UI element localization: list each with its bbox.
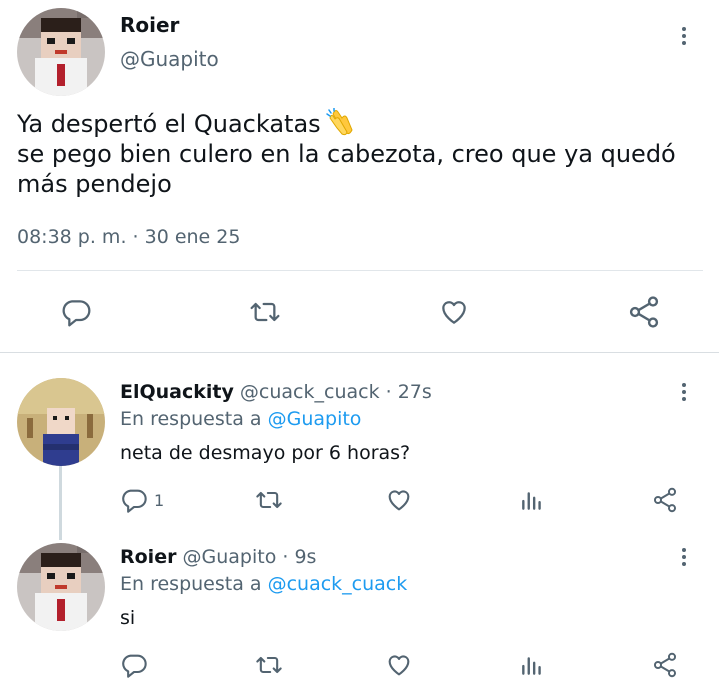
retweet-icon xyxy=(250,302,280,322)
tweet-text: Ya despertó el Quackatas se pego bien cu… xyxy=(17,107,707,199)
in-reply-to: En respuesta a @cuack_cuack xyxy=(120,573,407,595)
share-button[interactable] xyxy=(626,294,662,330)
more-options-icon[interactable] xyxy=(672,543,696,571)
avatar[interactable] xyxy=(17,8,105,96)
like-button[interactable] xyxy=(385,651,413,679)
reply-icon xyxy=(122,654,147,678)
retweet-icon xyxy=(256,491,282,509)
divider xyxy=(17,270,703,271)
reply-time[interactable]: · 9s xyxy=(282,546,316,568)
share-icon xyxy=(653,487,677,513)
more-options-icon[interactable] xyxy=(672,378,696,406)
share-button[interactable] xyxy=(651,651,679,679)
in-reply-prefix: En respuesta a xyxy=(120,573,262,595)
reply-tweet: ElQuackity @cuack_cuack · 27s En respues… xyxy=(0,370,719,540)
retweet-button[interactable] xyxy=(254,651,284,679)
reply-button[interactable]: 1 xyxy=(120,486,164,514)
retweet-button[interactable] xyxy=(247,296,283,328)
avatar[interactable] xyxy=(17,378,105,466)
reply-count: 1 xyxy=(154,490,165,510)
reply-time[interactable]: · 27s xyxy=(386,381,432,403)
reply-text: neta de desmayo por 6 horas? xyxy=(120,442,411,464)
mention-link[interactable]: @Guapito xyxy=(268,408,362,430)
more-options-icon[interactable] xyxy=(672,22,696,50)
author-name[interactable]: Roier xyxy=(120,13,179,37)
divider xyxy=(0,352,719,353)
clapping-hands-icon xyxy=(325,107,355,136)
author-name[interactable]: Roier xyxy=(120,546,176,568)
author-name[interactable]: ElQuackity xyxy=(120,381,234,403)
in-reply-prefix: En respuesta a xyxy=(120,408,262,430)
reply-header: Roier @Guapito · 9s xyxy=(120,546,316,568)
retweet-button[interactable] xyxy=(254,486,284,514)
avatar[interactable] xyxy=(17,543,105,631)
reply-header: ElQuackity @cuack_cuack · 27s xyxy=(120,381,432,403)
like-button[interactable] xyxy=(385,486,413,514)
analytics-icon xyxy=(522,492,541,510)
reply-text: si xyxy=(120,607,136,629)
reply-icon xyxy=(122,489,147,513)
share-icon xyxy=(629,296,659,328)
like-icon xyxy=(388,490,410,511)
reply-button[interactable] xyxy=(120,651,148,679)
reply-button[interactable] xyxy=(60,296,92,328)
tweet-text-line-1: Ya despertó el Quackatas xyxy=(17,110,321,138)
tweet-timestamp[interactable]: 08:38 p. m. · 30 ene 25 xyxy=(17,226,240,248)
analytics-icon xyxy=(522,657,541,675)
like-icon xyxy=(442,301,466,324)
author-handle[interactable]: @Guapito xyxy=(183,546,277,568)
retweet-icon xyxy=(256,656,282,674)
thread-line xyxy=(59,466,62,540)
mention-link[interactable]: @cuack_cuack xyxy=(268,573,408,595)
like-button[interactable] xyxy=(437,296,471,328)
analytics-button[interactable] xyxy=(519,486,545,514)
like-icon xyxy=(388,655,410,676)
author-handle[interactable]: @cuack_cuack xyxy=(240,381,380,403)
share-button[interactable] xyxy=(651,486,679,514)
reply-icon xyxy=(62,300,91,327)
tweet-text-line-3: más pendejo xyxy=(17,170,172,198)
reply-tweet: Roier @Guapito · 9s En respuesta a @cuac… xyxy=(0,535,719,687)
main-tweet: Roier @Guapito Ya despertó el Quackatas … xyxy=(0,0,719,352)
in-reply-to: En respuesta a @Guapito xyxy=(120,408,361,430)
share-icon xyxy=(653,652,677,678)
tweet-text-line-2: se pego bien culero en la cabezota, creo… xyxy=(17,140,676,168)
analytics-button[interactable] xyxy=(519,651,545,679)
author-handle[interactable]: @Guapito xyxy=(120,47,219,71)
